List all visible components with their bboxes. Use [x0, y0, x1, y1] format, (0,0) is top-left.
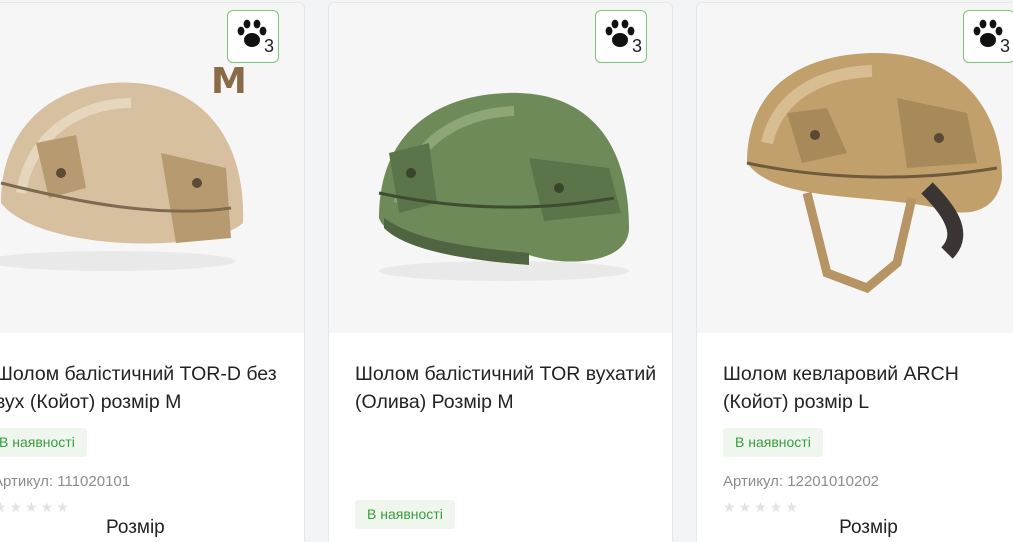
product-image[interactable]: 3 [329, 3, 672, 333]
favorite-badge[interactable]: 3 [595, 10, 647, 63]
paw-count: 3 [632, 36, 643, 56]
product-card[interactable]: 3 Шолом кевларовий ARCH (Койот) розмір L… [696, 2, 1013, 542]
rating-stars: ★★★★★ [723, 499, 801, 515]
product-card[interactable]: M 3 Шолом балістичний TOR-D без вух (Кой… [0, 2, 305, 542]
size-label: Розмір [106, 517, 165, 538]
product-sku: Артикул: 111020101 [0, 473, 131, 490]
product-sku: Артикул: 12201010202 [723, 473, 880, 490]
favorite-badge[interactable]: 3 [963, 10, 1013, 63]
paw-count: 3 [1000, 36, 1011, 56]
product-image[interactable]: 3 [697, 3, 1013, 333]
size-label: Розмір [839, 517, 898, 538]
rating-stars: ★★★★★ [0, 499, 72, 515]
product-image[interactable]: M 3 [0, 3, 304, 333]
availability-badge: В наявності [0, 428, 87, 457]
size-mark: M [211, 61, 247, 102]
paw-count: 3 [264, 36, 275, 56]
favorite-badge[interactable]: 3 [227, 10, 279, 63]
product-card[interactable]: 3 Шолом балістичний TOR вухатий (Олива) … [328, 2, 673, 542]
product-title[interactable]: Шолом балістичний TOR-D без вух (Койот) … [0, 360, 300, 416]
availability-badge: В наявності [723, 428, 823, 457]
product-title[interactable]: Шолом кевларовий ARCH (Койот) розмір L [723, 360, 1013, 416]
product-title[interactable]: Шолом балістичний TOR вухатий (Олива) Ро… [355, 360, 660, 416]
availability-badge: В наявності [355, 500, 455, 529]
